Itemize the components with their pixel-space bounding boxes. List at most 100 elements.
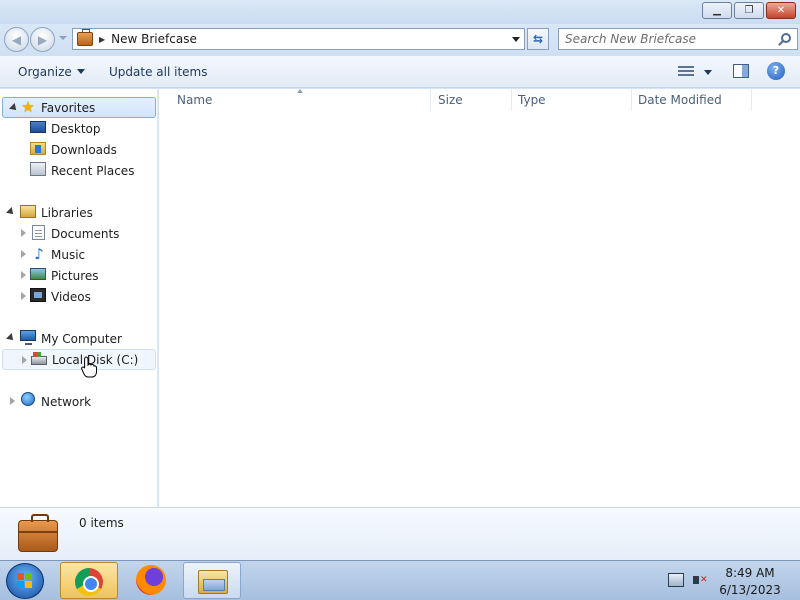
item-count: 0 items <box>79 516 124 530</box>
update-all-items-label: Update all items <box>109 65 208 79</box>
maximize-icon: ❐ <box>744 5 754 16</box>
nav-item-label: My Computer <box>41 331 122 346</box>
breadcrumb-current[interactable]: New Briefcase <box>111 32 197 46</box>
nav-item-label: Network <box>41 394 92 409</box>
address-dropdown-icon[interactable] <box>512 37 520 42</box>
nav-item-label: Desktop <box>51 121 101 136</box>
address-bar[interactable]: ▶ New Briefcase <box>72 28 525 50</box>
column-header-name[interactable]: Name <box>171 89 431 111</box>
firefox-icon[interactable] <box>136 565 166 595</box>
navigation-pane[interactable]: ★ Favorites Desktop Downloads Recent Pla… <box>0 89 158 507</box>
recent-places-icon <box>30 162 46 176</box>
clock-date: 6/13/2023 <box>719 583 781 597</box>
refresh-icon: ⇆ <box>532 32 544 46</box>
change-view-icon[interactable] <box>678 66 694 78</box>
refresh-button[interactable]: ⇆ <box>527 28 549 50</box>
nav-item-label: Recent Places <box>51 163 135 178</box>
taskbar: 8:49 AM 6/13/2023 <box>0 560 800 600</box>
forward-button[interactable]: ▶ <box>30 27 55 52</box>
forward-arrow-icon: ▶ <box>37 33 48 47</box>
start-button[interactable] <box>6 563 44 599</box>
details-pane: 0 items <box>0 507 800 560</box>
collapsed-triangle-icon[interactable] <box>21 292 26 300</box>
network-status-icon[interactable] <box>668 573 684 587</box>
nav-item-favorites[interactable]: ★ Favorites <box>2 97 156 118</box>
preview-pane-icon[interactable] <box>733 64 749 78</box>
back-button[interactable]: ◀ <box>4 27 29 52</box>
search-box[interactable] <box>558 28 798 50</box>
downloads-folder-icon <box>30 142 46 155</box>
breadcrumb-separator-icon[interactable]: ▶ <box>99 35 105 44</box>
network-icon <box>21 392 35 406</box>
command-bar: Organize Update all items ? <box>0 56 800 88</box>
search-icon[interactable] <box>781 33 791 43</box>
briefcase-icon <box>18 514 58 552</box>
chrome-icon <box>75 568 103 596</box>
nav-item-pictures[interactable]: Pictures <box>0 265 157 286</box>
nav-item-desktop[interactable]: Desktop <box>0 118 157 139</box>
collapsed-triangle-icon[interactable] <box>21 250 26 258</box>
clock[interactable]: 8:49 AM 6/13/2023 <box>712 565 788 599</box>
nav-item-label: Downloads <box>51 142 117 157</box>
chevron-down-icon <box>76 69 85 74</box>
nav-item-recent-places[interactable]: Recent Places <box>0 160 157 181</box>
nav-item-downloads[interactable]: Downloads <box>0 139 157 160</box>
music-note-icon: ♪ <box>34 245 44 263</box>
maximize-button[interactable]: ❐ <box>734 2 764 19</box>
nav-item-videos[interactable]: Videos <box>0 286 157 307</box>
nav-item-label: Music <box>51 247 86 262</box>
nav-item-libraries[interactable]: Libraries <box>0 202 157 223</box>
minimize-icon: ▁ <box>713 5 721 16</box>
nav-item-my-computer[interactable]: My Computer <box>0 328 157 349</box>
organize-button[interactable]: Organize <box>18 65 85 79</box>
system-tray <box>668 573 708 587</box>
column-header-type[interactable]: Type <box>512 89 632 111</box>
clock-time: 8:49 AM <box>725 566 775 580</box>
volume-muted-icon[interactable] <box>692 573 708 587</box>
local-disk-icon <box>31 352 47 365</box>
help-icon[interactable]: ? <box>767 62 785 80</box>
nav-item-label: Libraries <box>41 205 93 220</box>
nav-item-local-disk[interactable]: Local Disk (C:) <box>2 349 156 370</box>
collapsed-triangle-icon[interactable] <box>21 271 26 279</box>
computer-icon <box>20 330 36 345</box>
window-controls: ▁ ❐ ✕ <box>702 2 796 19</box>
desktop-icon <box>30 121 46 133</box>
file-explorer-icon <box>198 570 228 594</box>
nav-item-label: Pictures <box>51 268 99 283</box>
organize-label: Organize <box>18 65 72 79</box>
nav-item-network[interactable]: Network <box>0 391 157 412</box>
taskbar-chrome-button[interactable] <box>60 562 118 599</box>
expanded-triangle-icon[interactable] <box>6 207 16 217</box>
nav-item-label: Documents <box>51 226 120 241</box>
windows-logo-icon <box>17 573 33 589</box>
nav-item-label: Favorites <box>41 100 96 115</box>
column-header-date-modified[interactable]: Date Modified <box>632 89 752 111</box>
nav-item-music[interactable]: ♪ Music <box>0 244 157 265</box>
column-header-size[interactable]: Size <box>432 89 512 111</box>
taskbar-explorer-button[interactable] <box>183 562 241 599</box>
file-list-pane[interactable]: Name Size Type Date Modified <box>159 89 800 507</box>
collapsed-triangle-icon[interactable] <box>10 397 15 405</box>
briefcase-icon <box>77 29 93 46</box>
nav-item-documents[interactable]: Documents <box>0 223 157 244</box>
back-arrow-icon: ◀ <box>11 33 22 47</box>
close-button[interactable]: ✕ <box>766 2 796 19</box>
address-row: ◀ ▶ ▶ New Briefcase ⇆ <box>0 24 800 56</box>
pictures-icon <box>30 268 46 280</box>
nav-item-label: Videos <box>51 289 91 304</box>
update-all-items-button[interactable]: Update all items <box>109 65 207 79</box>
expanded-triangle-icon[interactable] <box>6 333 16 343</box>
close-icon: ✕ <box>776 5 786 16</box>
recent-pages-dropdown[interactable] <box>59 36 67 40</box>
collapsed-triangle-icon[interactable] <box>22 356 27 364</box>
window-titlebar[interactable]: ▁ ❐ ✕ <box>0 0 800 24</box>
collapsed-triangle-icon[interactable] <box>21 229 26 237</box>
star-icon: ★ <box>21 98 35 116</box>
expanded-triangle-icon[interactable] <box>9 103 19 113</box>
minimize-button[interactable]: ▁ <box>702 2 732 19</box>
view-options-dropdown-icon[interactable] <box>704 70 712 75</box>
documents-icon <box>32 225 45 240</box>
videos-icon <box>30 288 46 302</box>
search-input[interactable] <box>559 29 769 49</box>
